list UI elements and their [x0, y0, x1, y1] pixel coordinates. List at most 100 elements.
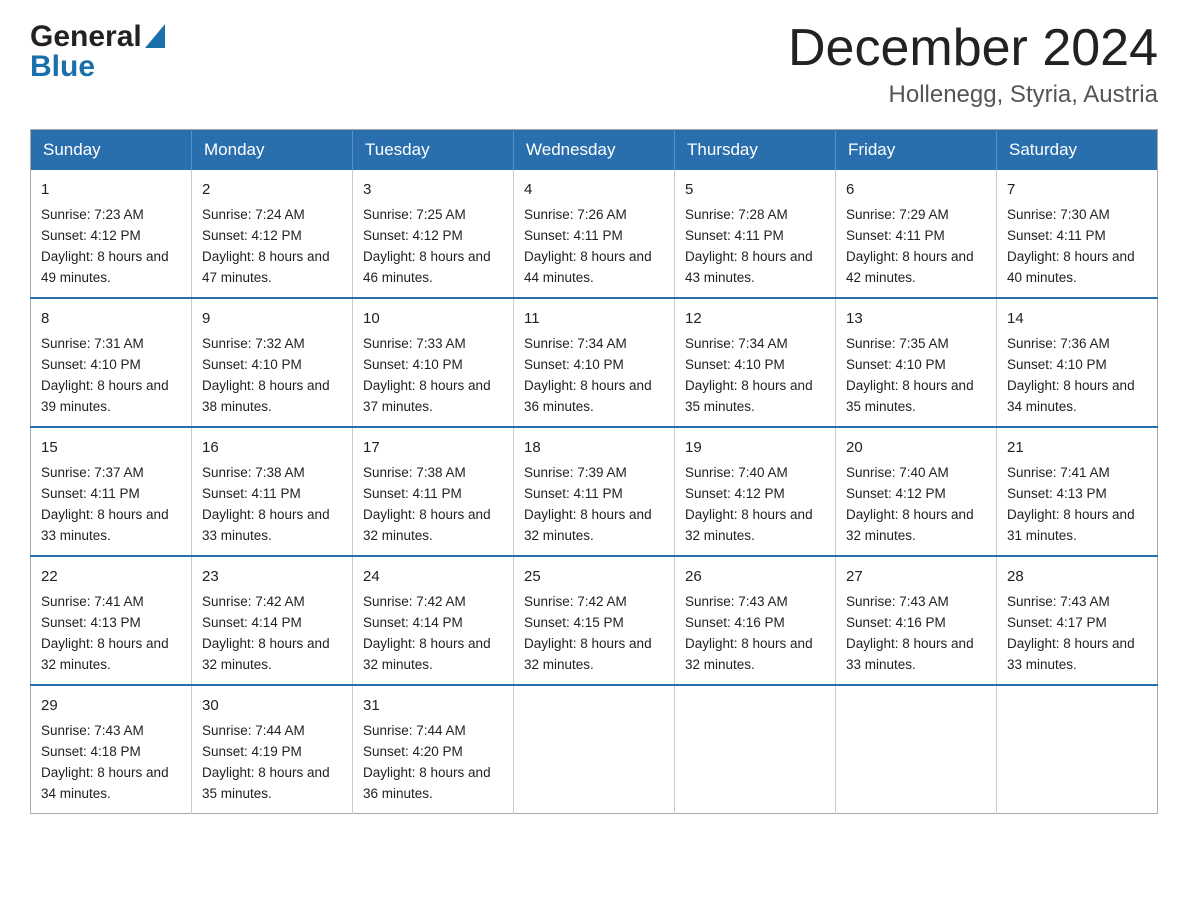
day-number: 26 [685, 565, 825, 588]
day-number: 20 [846, 436, 986, 459]
day-number: 29 [41, 694, 181, 717]
calendar-cell: 4Sunrise: 7:26 AMSunset: 4:11 PMDaylight… [514, 170, 675, 298]
calendar-week-row: 29 Sunrise: 7:43 AMSunset: 4:18 PMDayligh… [31, 685, 1158, 813]
day-number: 21 [1007, 436, 1147, 459]
calendar-cell [997, 685, 1158, 813]
calendar-cell: 13 Sunrise: 7:35 AMSunset: 4:10 PMDayligh… [836, 298, 997, 427]
calendar-cell: 28Sunrise: 7:43 AMSunset: 4:17 PMDayligh… [997, 556, 1158, 685]
day-number: 19 [685, 436, 825, 459]
day-number: 22 [41, 565, 181, 588]
day-info: Sunrise: 7:43 AMSunset: 4:16 PMDaylight:… [846, 594, 974, 672]
day-number: 10 [363, 307, 503, 330]
day-number: 6 [846, 178, 986, 201]
calendar-cell: 7Sunrise: 7:30 AMSunset: 4:11 PMDaylight… [997, 170, 1158, 298]
calendar-header-row: SundayMondayTuesdayWednesdayThursdayFrid… [31, 130, 1158, 171]
calendar-cell: 20 Sunrise: 7:40 AMSunset: 4:12 PMDayligh… [836, 427, 997, 556]
calendar-cell: 23Sunrise: 7:42 AMSunset: 4:14 PMDayligh… [192, 556, 353, 685]
logo-general-text: General [30, 20, 142, 54]
day-info: Sunrise: 7:36 AMSunset: 4:10 PMDaylight:… [1007, 336, 1135, 414]
logo: General Blue [30, 20, 165, 84]
calendar-cell: 1Sunrise: 7:23 AMSunset: 4:12 PMDaylight… [31, 170, 192, 298]
day-info: Sunrise: 7:23 AMSunset: 4:12 PMDaylight:… [41, 207, 169, 285]
calendar-cell: 15Sunrise: 7:37 AMSunset: 4:11 PMDayligh… [31, 427, 192, 556]
calendar-week-row: 22 Sunrise: 7:41 AMSunset: 4:13 PMDayligh… [31, 556, 1158, 685]
day-number: 14 [1007, 307, 1147, 330]
day-number: 12 [685, 307, 825, 330]
day-info: Sunrise: 7:43 AMSunset: 4:16 PMDaylight:… [685, 594, 813, 672]
calendar-cell: 12 Sunrise: 7:34 AMSunset: 4:10 PMDayligh… [675, 298, 836, 427]
day-header-tuesday: Tuesday [353, 130, 514, 171]
day-info: Sunrise: 7:37 AMSunset: 4:11 PMDaylight:… [41, 465, 169, 543]
day-info: Sunrise: 7:26 AMSunset: 4:11 PMDaylight:… [524, 207, 652, 285]
location-title: Hollenegg, Styria, Austria [788, 81, 1158, 109]
day-header-friday: Friday [836, 130, 997, 171]
calendar-cell: 24 Sunrise: 7:42 AMSunset: 4:14 PMDayligh… [353, 556, 514, 685]
day-header-sunday: Sunday [31, 130, 192, 171]
calendar-week-row: 1Sunrise: 7:23 AMSunset: 4:12 PMDaylight… [31, 170, 1158, 298]
day-number: 25 [524, 565, 664, 588]
calendar-cell: 29 Sunrise: 7:43 AMSunset: 4:18 PMDayligh… [31, 685, 192, 813]
calendar-cell: 14 Sunrise: 7:36 AMSunset: 4:10 PMDayligh… [997, 298, 1158, 427]
calendar-cell: 9 Sunrise: 7:32 AMSunset: 4:10 PMDaylight… [192, 298, 353, 427]
day-info: Sunrise: 7:33 AMSunset: 4:10 PMDaylight:… [363, 336, 491, 414]
day-number: 28 [1007, 565, 1147, 588]
day-number: 23 [202, 565, 342, 588]
calendar-cell: 3Sunrise: 7:25 AMSunset: 4:12 PMDaylight… [353, 170, 514, 298]
day-number: 5 [685, 178, 825, 201]
day-info: Sunrise: 7:25 AMSunset: 4:12 PMDaylight:… [363, 207, 491, 285]
day-header-wednesday: Wednesday [514, 130, 675, 171]
calendar-cell [675, 685, 836, 813]
day-info: Sunrise: 7:42 AMSunset: 4:15 PMDaylight:… [524, 594, 652, 672]
day-number: 18 [524, 436, 664, 459]
day-info: Sunrise: 7:30 AMSunset: 4:11 PMDaylight:… [1007, 207, 1135, 285]
day-number: 17 [363, 436, 503, 459]
day-info: Sunrise: 7:41 AMSunset: 4:13 PMDaylight:… [1007, 465, 1135, 543]
month-title: December 2024 [788, 20, 1158, 77]
day-number: 30 [202, 694, 342, 717]
day-info: Sunrise: 7:44 AMSunset: 4:20 PMDaylight:… [363, 723, 491, 801]
calendar-cell: 16Sunrise: 7:38 AMSunset: 4:11 PMDayligh… [192, 427, 353, 556]
day-number: 24 [363, 565, 503, 588]
calendar-cell: 11Sunrise: 7:34 AMSunset: 4:10 PMDayligh… [514, 298, 675, 427]
day-number: 27 [846, 565, 986, 588]
day-info: Sunrise: 7:39 AMSunset: 4:11 PMDaylight:… [524, 465, 652, 543]
calendar-table: SundayMondayTuesdayWednesdayThursdayFrid… [30, 129, 1158, 814]
calendar-cell: 22 Sunrise: 7:41 AMSunset: 4:13 PMDayligh… [31, 556, 192, 685]
day-info: Sunrise: 7:40 AMSunset: 4:12 PMDaylight:… [846, 465, 974, 543]
calendar-cell: 31 Sunrise: 7:44 AMSunset: 4:20 PMDayligh… [353, 685, 514, 813]
day-info: Sunrise: 7:34 AMSunset: 4:10 PMDaylight:… [685, 336, 813, 414]
day-info: Sunrise: 7:44 AMSunset: 4:19 PMDaylight:… [202, 723, 330, 801]
calendar-cell: 21 Sunrise: 7:41 AMSunset: 4:13 PMDayligh… [997, 427, 1158, 556]
day-number: 13 [846, 307, 986, 330]
day-info: Sunrise: 7:41 AMSunset: 4:13 PMDaylight:… [41, 594, 169, 672]
day-info: Sunrise: 7:42 AMSunset: 4:14 PMDaylight:… [363, 594, 491, 672]
day-info: Sunrise: 7:38 AMSunset: 4:11 PMDaylight:… [363, 465, 491, 543]
day-info: Sunrise: 7:40 AMSunset: 4:12 PMDaylight:… [685, 465, 813, 543]
calendar-week-row: 8Sunrise: 7:31 AMSunset: 4:10 PMDaylight… [31, 298, 1158, 427]
day-info: Sunrise: 7:34 AMSunset: 4:10 PMDaylight:… [524, 336, 652, 414]
logo-blue-text: Blue [30, 50, 165, 84]
day-info: Sunrise: 7:35 AMSunset: 4:10 PMDaylight:… [846, 336, 974, 414]
calendar-cell: 25 Sunrise: 7:42 AMSunset: 4:15 PMDayligh… [514, 556, 675, 685]
day-number: 16 [202, 436, 342, 459]
day-number: 31 [363, 694, 503, 717]
calendar-cell: 5Sunrise: 7:28 AMSunset: 4:11 PMDaylight… [675, 170, 836, 298]
day-header-thursday: Thursday [675, 130, 836, 171]
day-number: 9 [202, 307, 342, 330]
calendar-cell: 17 Sunrise: 7:38 AMSunset: 4:11 PMDayligh… [353, 427, 514, 556]
calendar-cell: 8Sunrise: 7:31 AMSunset: 4:10 PMDaylight… [31, 298, 192, 427]
day-info: Sunrise: 7:43 AMSunset: 4:18 PMDaylight:… [41, 723, 169, 801]
day-info: Sunrise: 7:24 AMSunset: 4:12 PMDaylight:… [202, 207, 330, 285]
day-number: 2 [202, 178, 342, 201]
calendar-cell: 26 Sunrise: 7:43 AMSunset: 4:16 PMDayligh… [675, 556, 836, 685]
calendar-week-row: 15Sunrise: 7:37 AMSunset: 4:11 PMDayligh… [31, 427, 1158, 556]
calendar-cell: 27 Sunrise: 7:43 AMSunset: 4:16 PMDayligh… [836, 556, 997, 685]
day-number: 8 [41, 307, 181, 330]
day-header-monday: Monday [192, 130, 353, 171]
day-info: Sunrise: 7:29 AMSunset: 4:11 PMDaylight:… [846, 207, 974, 285]
day-info: Sunrise: 7:32 AMSunset: 4:10 PMDaylight:… [202, 336, 330, 414]
calendar-cell: 30 Sunrise: 7:44 AMSunset: 4:19 PMDayligh… [192, 685, 353, 813]
title-block: December 2024 Hollenegg, Styria, Austria [788, 20, 1158, 109]
calendar-cell [514, 685, 675, 813]
page-header: General Blue December 2024 Hollenegg, St… [30, 20, 1158, 109]
